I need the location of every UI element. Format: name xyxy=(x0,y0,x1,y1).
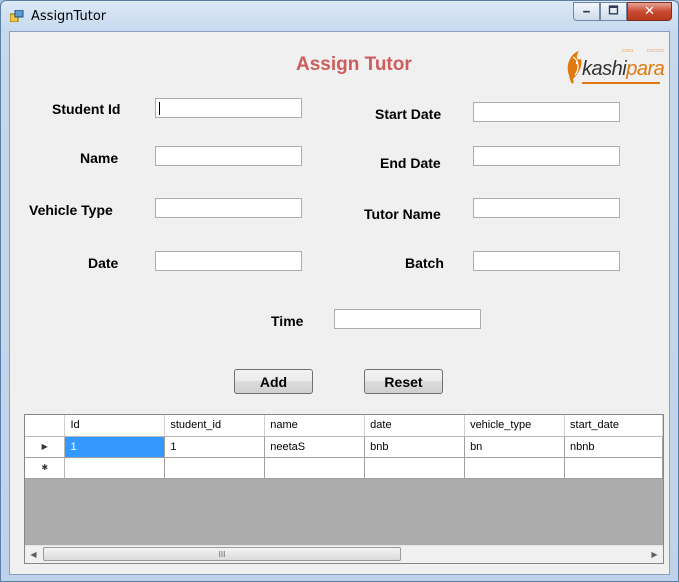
new-row-asterisk-icon[interactable]: ✱ xyxy=(25,457,66,479)
row-current-marker-icon[interactable]: ▶ xyxy=(25,436,66,458)
text-caret xyxy=(159,102,160,115)
student-id-label: Student Id xyxy=(52,101,121,117)
grid-cell[interactable]: neetaS xyxy=(264,436,366,458)
name-label: Name xyxy=(80,150,119,166)
column-header[interactable]: Id xyxy=(64,415,166,437)
table-row-new[interactable]: ✱ xyxy=(25,457,663,479)
maximize-button[interactable]: 🗖 xyxy=(600,2,627,21)
start-date-label: Start Date xyxy=(375,106,442,122)
scroll-thumb[interactable]: III xyxy=(43,547,401,561)
app-window: AssignTutor 🗕 🗖 ✕ Assign Tutor kashipara… xyxy=(0,0,679,582)
batch-input[interactable] xyxy=(473,251,620,271)
vehicle-type-input[interactable] xyxy=(155,198,302,218)
date-label: Date xyxy=(88,255,119,271)
grid-cell[interactable] xyxy=(264,457,366,479)
grid-cell[interactable]: 1 xyxy=(64,436,166,458)
grid-cell[interactable]: bn xyxy=(464,436,566,458)
tutor-name-input[interactable] xyxy=(473,198,620,218)
time-label: Time xyxy=(271,313,304,329)
grid-cell[interactable] xyxy=(64,457,166,479)
form-client-area: Assign Tutor kashipara ▭▭ ▭▭▭ Student Id… xyxy=(9,31,670,575)
thumb-grip-icon: III xyxy=(218,549,226,559)
grid-table: Id student_id name date vehicle_type sta… xyxy=(25,415,663,479)
tutor-data-grid[interactable]: Id student_id name date vehicle_type sta… xyxy=(24,414,664,564)
app-window-icon xyxy=(10,10,24,22)
time-input[interactable] xyxy=(334,309,481,329)
window-title: AssignTutor xyxy=(31,9,107,24)
maximize-icon: 🗖 xyxy=(608,4,619,17)
form-title: Assign Tutor xyxy=(296,54,412,75)
grid-cell[interactable]: 1 xyxy=(164,436,266,458)
name-input[interactable] xyxy=(155,146,302,166)
add-button[interactable]: Add xyxy=(234,369,313,394)
logo-underline xyxy=(582,82,660,84)
horizontal-scrollbar[interactable]: ◀ III ▶ xyxy=(25,545,663,563)
logo-small-mark: ▭▭ xyxy=(622,48,634,54)
date-input[interactable] xyxy=(155,251,302,271)
grid-cell[interactable] xyxy=(364,457,466,479)
scroll-left-icon[interactable]: ◀ xyxy=(25,546,42,563)
column-header[interactable]: start_date xyxy=(564,415,663,437)
grid-cell[interactable] xyxy=(464,457,566,479)
minimize-icon: 🗕 xyxy=(582,4,591,17)
grid-cell[interactable] xyxy=(564,457,663,479)
batch-label: Batch xyxy=(405,255,444,271)
column-header[interactable]: vehicle_type xyxy=(464,415,566,437)
end-date-label: End Date xyxy=(380,155,441,171)
start-date-input[interactable] xyxy=(473,102,620,122)
close-icon: ✕ xyxy=(644,4,655,19)
table-row[interactable]: ▶ 1 1 neetaS bnb bn nbnb xyxy=(25,436,663,458)
grid-header-row: Id student_id name date vehicle_type sta… xyxy=(25,415,663,437)
column-header[interactable]: name xyxy=(264,415,366,437)
logo-small-mark: ▭▭▭ xyxy=(647,48,665,54)
tutor-name-label: Tutor Name xyxy=(364,206,441,222)
grid-cell[interactable]: nbnb xyxy=(564,436,663,458)
grid-cell[interactable]: bnb xyxy=(364,436,466,458)
grid-cell[interactable] xyxy=(164,457,266,479)
title-bar[interactable]: AssignTutor 🗕 🗖 ✕ xyxy=(1,1,678,31)
reset-button[interactable]: Reset xyxy=(364,369,443,394)
column-header[interactable]: date xyxy=(364,415,466,437)
column-header[interactable]: student_id xyxy=(164,415,266,437)
scroll-right-icon[interactable]: ▶ xyxy=(646,546,663,563)
end-date-input[interactable] xyxy=(473,146,620,166)
close-button[interactable]: ✕ xyxy=(627,2,672,21)
grid-corner-header[interactable] xyxy=(25,415,66,437)
vehicle-type-label: Vehicle Type xyxy=(29,202,113,218)
logo-text: kashipara xyxy=(582,58,665,80)
student-id-input[interactable] xyxy=(155,98,302,118)
minimize-button[interactable]: 🗕 xyxy=(573,2,600,21)
